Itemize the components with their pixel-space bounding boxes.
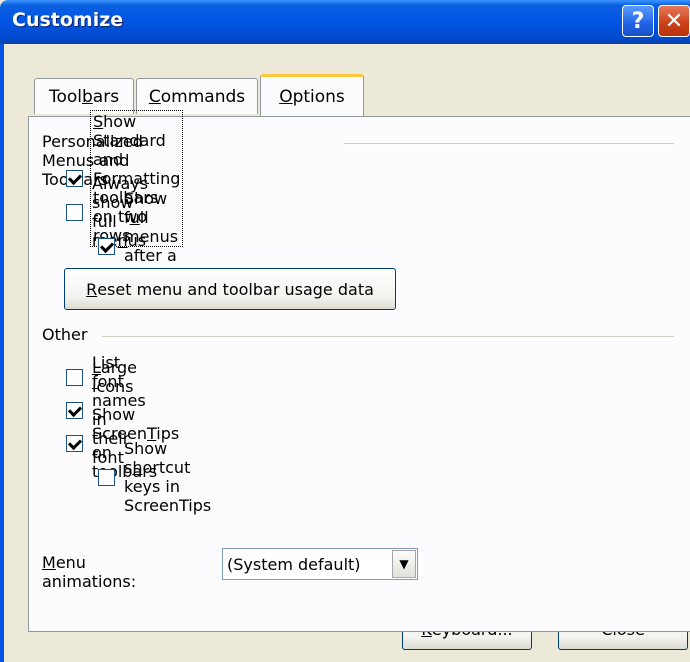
close-window-button[interactable]: ✕ — [658, 5, 690, 37]
short-delay-checkbox[interactable]: Show full menus after a short delay — [98, 189, 178, 303]
checkbox-unchecked-icon[interactable] — [98, 468, 115, 486]
checkbox-unchecked-icon[interactable] — [66, 203, 83, 221]
menu-animations-value: (System default) — [227, 554, 361, 574]
window-title: Customize — [12, 9, 124, 31]
checkbox-unchecked-icon[interactable] — [66, 368, 83, 386]
help-icon: ? — [631, 8, 645, 34]
other-heading: Other — [42, 325, 96, 344]
title-bar: Customize ? ✕ — [0, 0, 690, 44]
reset-usage-button[interactable]: Reset menu and toolbar usage data — [64, 268, 396, 310]
checkbox-checked-icon[interactable] — [66, 169, 83, 187]
customize-dialog: Tool b ars Commands Options Personalized M… — [0, 44, 690, 662]
tab-toolbars[interactable]: Tool b ars — [34, 78, 134, 114]
shortcut-keys-checkbox[interactable]: Show shortcut keys in ScreenTips — [98, 439, 211, 515]
help-button[interactable]: ? — [622, 5, 654, 37]
checkbox-checked-icon[interactable] — [66, 401, 83, 419]
menu-animations-select[interactable]: (System default) ▼ — [222, 548, 418, 580]
chevron-down-icon[interactable]: ▼ — [392, 550, 416, 578]
tab-options[interactable]: Options — [260, 74, 364, 116]
separator — [344, 143, 674, 145]
close-icon: ✕ — [664, 8, 684, 34]
checkbox-checked-icon[interactable] — [66, 434, 83, 452]
menu-animations-label: Menu animations: — [42, 553, 137, 591]
checkbox-checked-icon[interactable] — [98, 237, 115, 255]
shortcut-keys-label: Show shortcut keys in ScreenTips — [124, 439, 212, 515]
separator — [102, 336, 674, 338]
tab-commands[interactable]: Commands — [136, 78, 258, 114]
